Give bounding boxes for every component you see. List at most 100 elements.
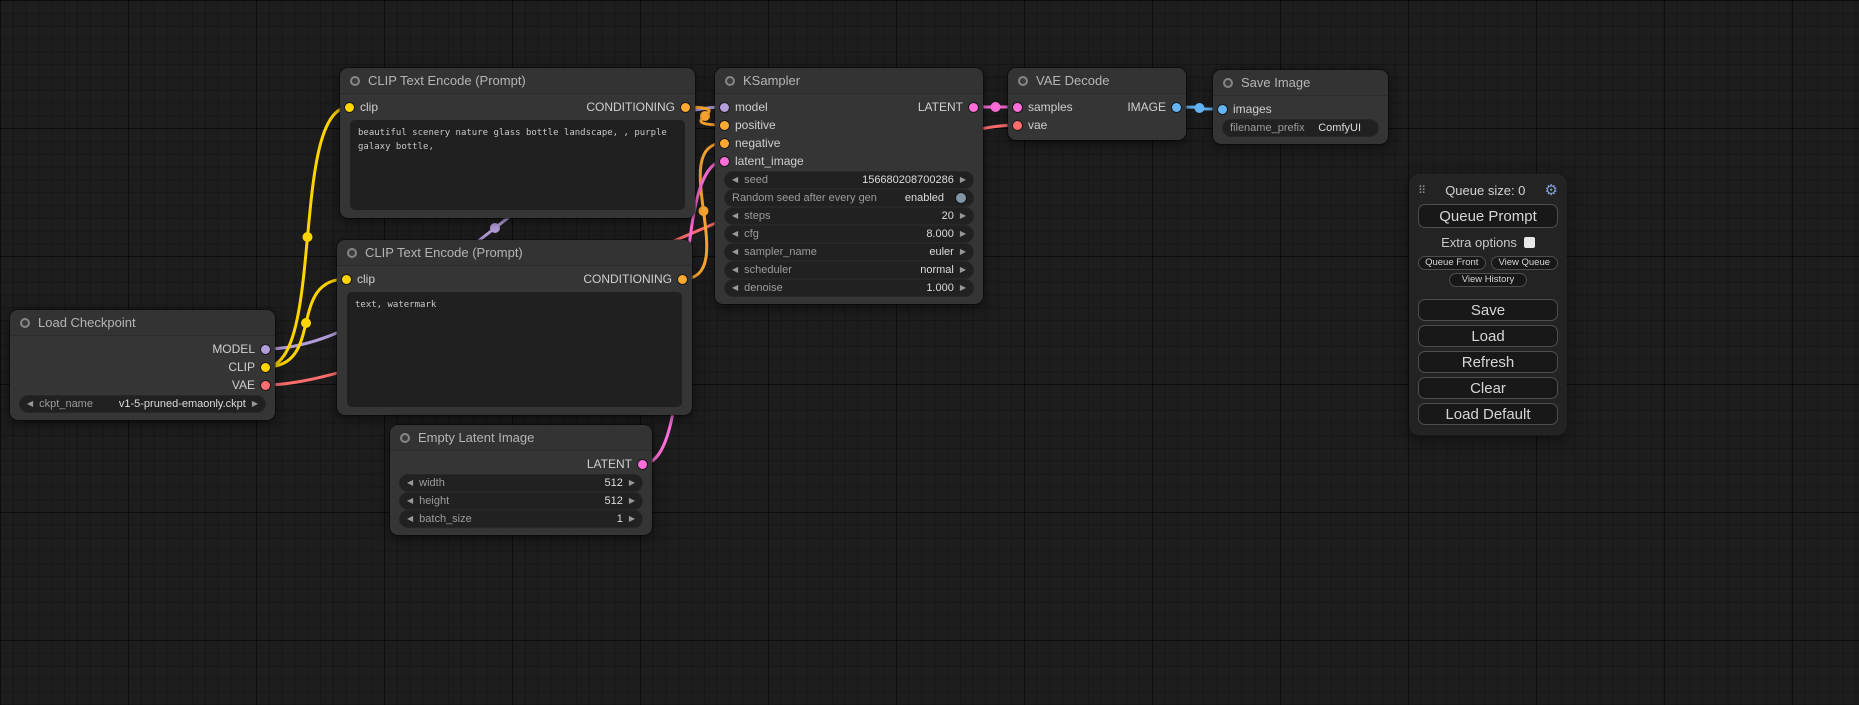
extra-options-checkbox[interactable] (1524, 237, 1535, 248)
clear-button[interactable]: Clear (1418, 377, 1558, 399)
decrement-arrow-icon[interactable]: ◀ (407, 515, 413, 523)
output-slot-dot[interactable] (681, 103, 690, 112)
slot-row: latent_image (715, 152, 983, 170)
output-slot-dot[interactable] (261, 345, 270, 354)
increment-arrow-icon[interactable]: ▶ (960, 248, 966, 256)
decrement-arrow-icon[interactable]: ◀ (407, 479, 413, 487)
widget-steps[interactable]: ◀steps20▶ (725, 208, 973, 224)
input-slot: model (720, 100, 768, 114)
prompt-textarea[interactable] (350, 120, 685, 210)
node-status-dot-icon (1223, 78, 1233, 88)
widget-value: 8.000 (926, 228, 954, 240)
input-slot-dot[interactable] (345, 103, 354, 112)
decrement-arrow-icon[interactable]: ◀ (407, 497, 413, 505)
input-slot-dot[interactable] (720, 121, 729, 130)
widget-random-seed-after-every-gen[interactable]: Random seed after every genenabled (725, 190, 973, 206)
output-slot-dot[interactable] (261, 363, 270, 372)
prompt-textarea[interactable] (347, 292, 682, 407)
increment-arrow-icon[interactable]: ▶ (960, 176, 966, 184)
output-slot-dot[interactable] (1172, 103, 1181, 112)
output-slot: LATENT (918, 100, 978, 114)
queue-buttons-row: Queue Front View Queue (1418, 256, 1558, 270)
widget-value: 1 (617, 513, 623, 525)
increment-arrow-icon[interactable]: ▶ (960, 230, 966, 238)
decrement-arrow-icon[interactable]: ◀ (732, 248, 738, 256)
increment-arrow-icon[interactable]: ▶ (960, 266, 966, 274)
increment-arrow-icon[interactable]: ▶ (960, 212, 966, 220)
node-body: modelLATENTpositivenegativelatent_image◀… (715, 94, 983, 304)
output-slot: VAE (232, 378, 270, 392)
load-button[interactable]: Load (1418, 325, 1558, 347)
node-save-image[interactable]: Save Imageimagesfilename_prefixComfyUI (1213, 70, 1388, 144)
slot-row: clipCONDITIONING (337, 270, 692, 288)
output-slot-dot[interactable] (638, 460, 647, 469)
slot-row: vae (1008, 116, 1186, 134)
widget-label: Random seed after every gen (732, 192, 877, 204)
increment-arrow-icon[interactable]: ▶ (252, 400, 258, 408)
node-title-bar[interactable]: Empty Latent Image (390, 425, 652, 451)
input-slot-dot[interactable] (720, 139, 729, 148)
node-empty-latent-image[interactable]: Empty Latent ImageLATENT◀width512▶◀heigh… (390, 425, 652, 535)
widget-batch-size[interactable]: ◀batch_size1▶ (400, 511, 642, 527)
widget-filename-prefix[interactable]: filename_prefixComfyUI (1223, 120, 1378, 136)
settings-gear-icon[interactable]: ⚙ (1545, 183, 1558, 198)
input-slot-dot[interactable] (1013, 121, 1022, 130)
input-slot-dot[interactable] (1218, 105, 1227, 114)
queue-prompt-button[interactable]: Queue Prompt (1418, 204, 1558, 228)
widget-seed[interactable]: ◀seed156680208700286▶ (725, 172, 973, 188)
view-queue-button[interactable]: View Queue (1491, 256, 1559, 270)
input-slot-dot[interactable] (720, 103, 729, 112)
graph-canvas[interactable]: Load CheckpointMODELCLIPVAE◀ckpt_namev1-… (0, 0, 1859, 705)
input-slot: vae (1013, 118, 1047, 132)
node-clip-text-encode-negative[interactable]: CLIP Text Encode (Prompt) clipCONDITIONIN… (337, 240, 692, 415)
input-slot-dot[interactable] (342, 275, 351, 284)
increment-arrow-icon[interactable]: ▶ (960, 284, 966, 292)
decrement-arrow-icon[interactable]: ◀ (732, 230, 738, 238)
widget-sampler-name[interactable]: ◀sampler_nameeuler▶ (725, 244, 973, 260)
view-history-button[interactable]: View History (1449, 273, 1527, 287)
node-title-bar[interactable]: CLIP Text Encode (Prompt) (337, 240, 692, 266)
decrement-arrow-icon[interactable]: ◀ (27, 400, 33, 408)
link-midpoint-dot (991, 102, 1001, 112)
node-body: clipCONDITIONING (340, 94, 695, 218)
output-slot-dot[interactable] (969, 103, 978, 112)
widget-cfg[interactable]: ◀cfg8.000▶ (725, 226, 973, 242)
node-title-bar[interactable]: KSampler (715, 68, 983, 94)
decrement-arrow-icon[interactable]: ◀ (732, 176, 738, 184)
refresh-button[interactable]: Refresh (1418, 351, 1558, 373)
widget-scheduler[interactable]: ◀schedulernormal▶ (725, 262, 973, 278)
toggle-knob-icon[interactable] (956, 193, 966, 203)
increment-arrow-icon[interactable]: ▶ (629, 479, 635, 487)
widget-ckpt-name[interactable]: ◀ckpt_namev1-5-pruned-emaonly.ckpt▶ (20, 396, 265, 412)
widget-width[interactable]: ◀width512▶ (400, 475, 642, 491)
increment-arrow-icon[interactable]: ▶ (629, 497, 635, 505)
output-slot-dot[interactable] (261, 381, 270, 390)
load-default-button[interactable]: Load Default (1418, 403, 1558, 425)
node-title-bar[interactable]: Load Checkpoint (10, 310, 275, 336)
node-clip-text-encode-positive[interactable]: CLIP Text Encode (Prompt)clipCONDITIONIN… (340, 68, 695, 218)
output-slot-dot[interactable] (678, 275, 687, 284)
decrement-arrow-icon[interactable]: ◀ (732, 266, 738, 274)
widget-height[interactable]: ◀height512▶ (400, 493, 642, 509)
input-slot-dot[interactable] (1013, 103, 1022, 112)
queue-front-button[interactable]: Queue Front (1418, 256, 1486, 270)
output-slot-label: MODEL (212, 342, 255, 356)
widget-value: 512 (604, 495, 622, 507)
drag-handle-icon[interactable]: ⠿ (1418, 184, 1426, 197)
widget-value: 1.000 (926, 282, 954, 294)
node-vae-decode[interactable]: VAE DecodesamplesIMAGEvae (1008, 68, 1186, 140)
node-title-bar[interactable]: Save Image (1213, 70, 1388, 96)
increment-arrow-icon[interactable]: ▶ (629, 515, 635, 523)
input-slot-label: negative (735, 136, 780, 150)
node-title-bar[interactable]: VAE Decode (1008, 68, 1186, 94)
node-title-bar[interactable]: CLIP Text Encode (Prompt) (340, 68, 695, 94)
decrement-arrow-icon[interactable]: ◀ (732, 212, 738, 220)
decrement-arrow-icon[interactable]: ◀ (732, 284, 738, 292)
node-ksampler[interactable]: KSamplermodelLATENTpositivenegativelaten… (715, 68, 983, 304)
widget-denoise[interactable]: ◀denoise1.000▶ (725, 280, 973, 296)
node-load-checkpoint[interactable]: Load CheckpointMODELCLIPVAE◀ckpt_namev1-… (10, 310, 275, 420)
slot-row: model LATENT (715, 98, 983, 116)
input-slot: samples (1013, 100, 1073, 114)
input-slot-dot[interactable] (720, 157, 729, 166)
save-button[interactable]: Save (1418, 299, 1558, 321)
